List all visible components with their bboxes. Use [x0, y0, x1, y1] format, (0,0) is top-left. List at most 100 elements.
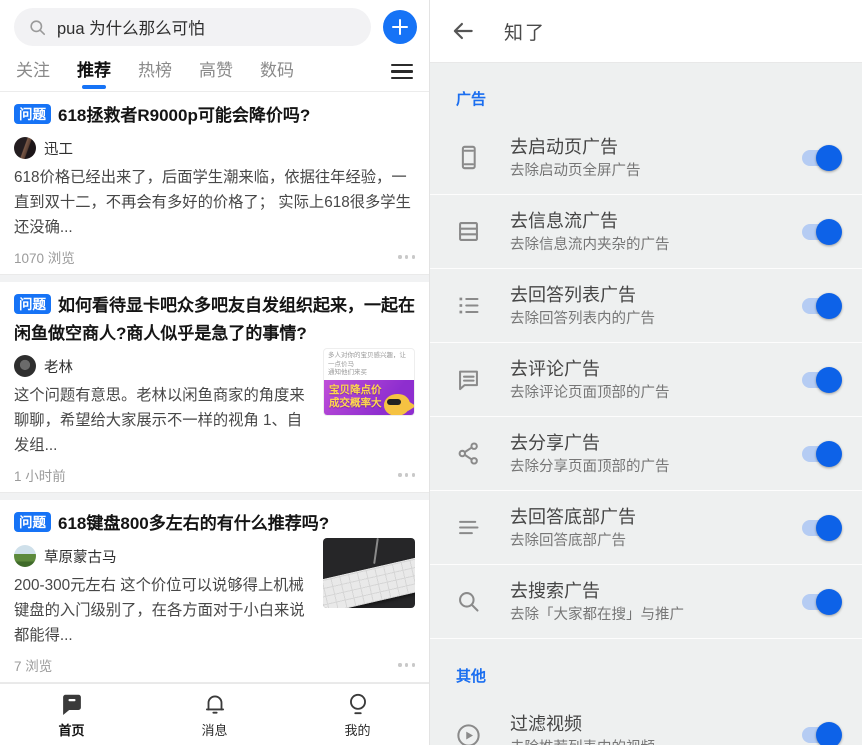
- card-divider: [0, 274, 429, 282]
- question-badge: 问题: [14, 512, 51, 532]
- toggle-switch-on[interactable]: [802, 148, 840, 167]
- nav-label: 首页: [58, 720, 84, 739]
- settings-header: 知了: [430, 0, 862, 62]
- author-name: 草原蒙古马: [44, 546, 117, 567]
- search-query-text: pua 为什么那么可怕: [57, 15, 205, 39]
- search-input[interactable]: pua 为什么那么可怕: [14, 8, 371, 46]
- zhiliao-settings-app: 知了 广告 去启动页广告 去除启动页全屏广告: [430, 0, 862, 745]
- nav-messages[interactable]: 消息: [143, 684, 286, 745]
- toggle-switch-on[interactable]: [802, 444, 840, 463]
- card-excerpt: 这个问题有意思。老林以闲鱼商家的角度来聊聊，希望给大家展示不一样的视角 1、自发…: [14, 383, 313, 458]
- card-divider: [0, 492, 429, 500]
- comment-icon: [455, 366, 482, 393]
- setting-row-search-ads[interactable]: 去搜索广告 去除「大家都在搜」与推广: [430, 565, 862, 639]
- setting-row-feed-ads[interactable]: 去信息流广告 去除信息流内夹杂的广告: [430, 195, 862, 269]
- card-footer: 7 浏览: [14, 656, 415, 674]
- settings-list: 广告 去启动页广告 去除启动页全屏广告 去信息流广告 去除: [430, 62, 862, 745]
- setting-row-comment-ads[interactable]: 去评论广告 去除评论页面顶部的广告: [430, 343, 862, 417]
- smartphone-icon: [455, 144, 482, 171]
- card-footer: 1 小时前: [14, 466, 415, 484]
- section-header-other: 其他: [430, 639, 862, 698]
- tab-digital[interactable]: 数码: [260, 52, 294, 92]
- author-row[interactable]: 老林: [14, 355, 313, 377]
- nav-profile[interactable]: 我的: [286, 684, 429, 745]
- keyboard-image: [323, 556, 415, 608]
- question-badge: 问题: [14, 294, 51, 314]
- card-excerpt: 618价格已经出来了，后面学生潮来临，依据往年经验，一直到双十二，不再会有多好的…: [14, 165, 415, 240]
- view-count: 1070 浏览: [14, 247, 75, 267]
- setting-title: 去启动页广告: [510, 136, 792, 158]
- setting-row-share-ads[interactable]: 去分享广告 去除分享页面顶部的广告: [430, 417, 862, 491]
- feed-card[interactable]: 问题618键盘800多左右的有什么推荐吗? 草原蒙古马 200-300元左右 这…: [0, 500, 429, 682]
- setting-subtitle: 去除评论页面顶部的广告: [510, 384, 792, 402]
- view-count: 7 浏览: [14, 655, 52, 675]
- setting-title: 去回答底部广告: [510, 506, 792, 528]
- setting-title: 去评论广告: [510, 358, 792, 380]
- toggle-switch-on[interactable]: [802, 222, 840, 241]
- toggle-switch-on[interactable]: [802, 726, 840, 745]
- nav-label: 消息: [201, 720, 227, 739]
- fish-illustration: [384, 394, 410, 416]
- nav-label: 我的: [344, 720, 370, 739]
- more-options-icon[interactable]: [398, 663, 415, 666]
- back-arrow-icon[interactable]: [450, 18, 476, 44]
- play-circle-icon: [455, 722, 482, 745]
- person-icon: [345, 691, 371, 717]
- card-thumbnail-ad[interactable]: 多人对你的宝贝感兴趣，让一点价马通知他们来买 宝贝降点价 成交概率大: [323, 348, 415, 416]
- more-options-icon[interactable]: [398, 255, 415, 258]
- nav-home[interactable]: 首页: [0, 684, 143, 745]
- question-badge: 问题: [14, 104, 51, 124]
- more-options-icon[interactable]: [398, 473, 415, 476]
- setting-title: 过滤视频: [510, 713, 792, 735]
- setting-subtitle: 去除「大家都在搜」与推广: [510, 606, 792, 624]
- author-name: 老林: [44, 356, 73, 377]
- screen: pua 为什么那么可怕 关注 推荐 热榜 高赞 数码 问题618拯救者R9000…: [0, 0, 863, 745]
- setting-row-answer-list-ads[interactable]: 去回答列表广告 去除回答列表内的广告: [430, 269, 862, 343]
- card-thumbnail-keyboard[interactable]: [323, 538, 415, 608]
- search-row: pua 为什么那么可怕: [0, 0, 429, 52]
- bottom-navigation: 首页 消息 我的: [0, 683, 429, 745]
- tab-upvoted[interactable]: 高赞: [199, 52, 233, 92]
- bullet-list-icon: [455, 292, 482, 319]
- author-row[interactable]: 迅工: [14, 137, 415, 159]
- toggle-switch-on[interactable]: [802, 592, 840, 611]
- tab-follow[interactable]: 关注: [16, 52, 50, 92]
- section-header-ads: 广告: [430, 62, 862, 121]
- setting-row-splash-ads[interactable]: 去启动页广告 去除启动页全屏广告: [430, 121, 862, 195]
- tab-recommend[interactable]: 推荐: [77, 52, 111, 92]
- avatar: [14, 355, 36, 377]
- setting-row-filter-videos[interactable]: 过滤视频 去除推荐列表内的视频: [430, 698, 862, 745]
- toggle-switch-on[interactable]: [802, 296, 840, 315]
- timestamp: 1 小时前: [14, 465, 66, 485]
- bell-icon: [202, 691, 228, 717]
- feed-card[interactable]: 问题618拯救者R9000p可能会降价吗? 迅工 618价格已经出来了，后面学生…: [0, 92, 429, 274]
- hamburger-menu-icon[interactable]: [391, 62, 413, 81]
- card-excerpt: 200-300元左右 这个价位可以说够得上机械键盘的入门级别了，在各方面对于小白…: [14, 573, 313, 648]
- setting-subtitle: 去除回答底部广告: [510, 532, 792, 550]
- feed-card[interactable]: 问题如何看待显卡吧众多吧友自发组织起来，一起在闲鱼做空商人?商人似乎是急了的事情…: [0, 282, 429, 492]
- setting-title: 去信息流广告: [510, 210, 792, 232]
- active-tab-underline: [82, 85, 106, 89]
- setting-subtitle: 去除分享页面顶部的广告: [510, 458, 792, 476]
- home-bubble-icon: [59, 691, 85, 717]
- page-title: 知了: [504, 18, 546, 45]
- setting-subtitle: 去除回答列表内的广告: [510, 310, 792, 328]
- setting-title: 去搜索广告: [510, 580, 792, 602]
- search-icon: [28, 18, 47, 37]
- author-row[interactable]: 草原蒙古马: [14, 545, 313, 567]
- setting-subtitle: 去除推荐列表内的视频: [510, 739, 792, 745]
- tab-hot[interactable]: 热榜: [138, 52, 172, 92]
- setting-subtitle: 去除启动页全屏广告: [510, 162, 792, 180]
- avatar: [14, 137, 36, 159]
- card-footer: 1070 浏览: [14, 248, 415, 266]
- setting-title: 去分享广告: [510, 432, 792, 454]
- feed-icon: [455, 218, 482, 245]
- avatar: [14, 545, 36, 567]
- feed-list: 问题618拯救者R9000p可能会降价吗? 迅工 618价格已经出来了，后面学生…: [0, 92, 429, 683]
- card-title: 问题如何看待显卡吧众多吧友自发组织起来，一起在闲鱼做空商人?商人似乎是急了的事情…: [14, 292, 415, 348]
- zhihu-feed-app: pua 为什么那么可怕 关注 推荐 热榜 高赞 数码 问题618拯救者R9000…: [0, 0, 430, 745]
- toggle-switch-on[interactable]: [802, 370, 840, 389]
- add-button[interactable]: [383, 10, 417, 44]
- setting-row-answer-bottom-ads[interactable]: 去回答底部广告 去除回答底部广告: [430, 491, 862, 565]
- toggle-switch-on[interactable]: [802, 518, 840, 537]
